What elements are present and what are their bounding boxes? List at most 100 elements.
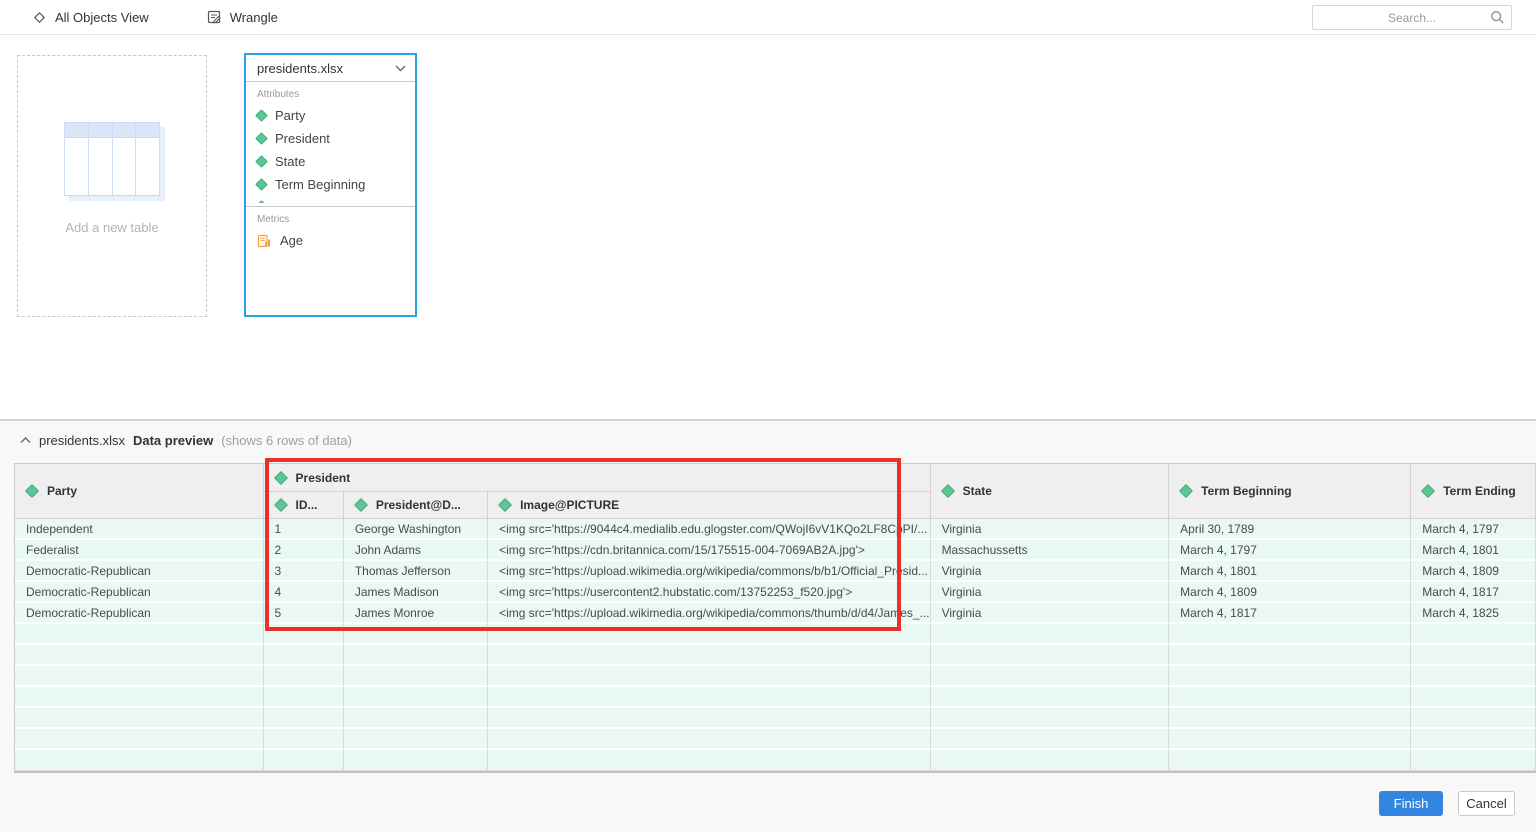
add-new-table-dropzone[interactable]: Add a new table — [17, 55, 207, 317]
cell-term-beginning: March 4, 1817 — [1169, 603, 1411, 624]
cell-term-ending: March 4, 1825 — [1411, 603, 1536, 624]
cell-image: <img src='https://upload.wikimedia.org/w… — [488, 561, 931, 582]
cancel-button[interactable]: Cancel — [1458, 791, 1515, 816]
dataset-panel: presidents.xlsx Attributes Party Preside… — [244, 53, 417, 317]
attribute-diamond-icon — [25, 484, 39, 498]
empty-table-row — [15, 666, 1536, 687]
attribute-item-term-beginning[interactable]: Term Beginning — [257, 173, 415, 196]
cell-term-beginning: March 4, 1801 — [1169, 561, 1411, 582]
column-group-header-president[interactable]: President — [264, 464, 931, 492]
search-input[interactable] — [1312, 5, 1512, 30]
attribute-diamond-icon — [354, 498, 368, 512]
cell-id: 3 — [264, 561, 344, 582]
column-header-term-beginning[interactable]: Term Beginning — [1169, 464, 1411, 519]
wrangle-button[interactable]: Wrangle — [207, 10, 278, 25]
empty-table-row — [15, 750, 1536, 771]
table-row: Democratic-Republican 5 James Monroe <im… — [15, 603, 1536, 624]
diamond-outline-icon — [33, 11, 46, 24]
all-objects-view-label: All Objects View — [55, 10, 149, 25]
attribute-diamond-icon — [273, 498, 287, 512]
attribute-diamond-icon — [255, 155, 268, 168]
all-objects-view-button[interactable]: All Objects View — [33, 10, 149, 25]
table-row: Democratic-Republican 4 James Madison <i… — [15, 582, 1536, 603]
table-row: Federalist 2 John Adams <img src='https:… — [15, 540, 1536, 561]
attribute-diamond-icon — [273, 470, 287, 484]
attribute-diamond-icon — [498, 498, 512, 512]
cell-image: <img src='https://cdn.britannica.com/15/… — [488, 540, 931, 561]
attribute-item-state[interactable]: State — [257, 150, 415, 173]
column-header-state[interactable]: State — [931, 464, 1170, 519]
cell-party: Independent — [15, 519, 264, 540]
cell-state: Virginia — [931, 603, 1170, 624]
collapse-chevron-icon[interactable] — [20, 437, 31, 444]
attribute-label: Term Beginning — [275, 177, 365, 192]
cell-image: <img src='https://upload.wikimedia.org/w… — [488, 603, 931, 624]
attribute-diamond-icon — [255, 178, 268, 191]
table-placeholder-icon — [64, 122, 160, 196]
table-row: Democratic-Republican 3 Thomas Jefferson… — [15, 561, 1536, 582]
cell-id: 1 — [264, 519, 344, 540]
column-header-president-display[interactable]: President@D... — [344, 492, 488, 519]
attribute-item-partial — [246, 198, 415, 203]
cell-term-beginning: April 30, 1789 — [1169, 519, 1411, 540]
dataset-dropdown[interactable]: presidents.xlsx — [246, 55, 415, 82]
cell-term-beginning: March 4, 1797 — [1169, 540, 1411, 561]
empty-table-row — [15, 624, 1536, 645]
metrics-section: Metrics Age — [246, 207, 415, 252]
attribute-label: Party — [275, 108, 305, 123]
preview-dataset-name: presidents.xlsx — [39, 433, 125, 448]
cell-president: George Washington — [344, 519, 488, 540]
column-header-image-picture[interactable]: Image@PICTURE — [488, 492, 931, 519]
chevron-down-icon[interactable] — [395, 65, 406, 72]
cell-term-ending: March 4, 1801 — [1411, 540, 1536, 561]
column-header-id[interactable]: ID... — [264, 492, 344, 519]
attribute-item-party[interactable]: Party — [257, 104, 415, 127]
attribute-label: President — [275, 131, 330, 146]
attribute-diamond-icon — [1421, 484, 1435, 498]
cell-id: 4 — [264, 582, 344, 603]
attribute-diamond-icon — [255, 132, 268, 145]
metric-item-age[interactable]: Age — [257, 229, 415, 252]
attribute-diamond-icon — [1179, 484, 1193, 498]
cell-party: Federalist — [15, 540, 264, 561]
cell-state: Virginia — [931, 582, 1170, 603]
table-row: Independent 1 George Washington <img src… — [15, 519, 1536, 540]
attribute-diamond-icon — [255, 109, 268, 122]
data-preview-section: presidents.xlsx Data preview (shows 6 ro… — [0, 421, 1536, 832]
cell-president: James Madison — [344, 582, 488, 603]
metrics-section-label: Metrics — [257, 214, 415, 225]
dataset-title: presidents.xlsx — [257, 61, 343, 76]
cell-id: 5 — [264, 603, 344, 624]
empty-table-row — [15, 645, 1536, 666]
search-icon[interactable] — [1490, 10, 1505, 25]
cell-president: James Monroe — [344, 603, 488, 624]
empty-table-row — [15, 687, 1536, 708]
cell-term-ending: March 4, 1817 — [1411, 582, 1536, 603]
attribute-item-president[interactable]: President — [257, 127, 415, 150]
attributes-section: Attributes Party President State Term Be… — [246, 82, 415, 196]
cell-president: Thomas Jefferson — [344, 561, 488, 582]
preview-row-note: (shows 6 rows of data) — [221, 433, 352, 448]
cell-party: Democratic-Republican — [15, 603, 264, 624]
cell-image: <img src='https://9044c4.medialib.edu.gl… — [488, 519, 931, 540]
cell-image: <img src='https://usercontent2.hubstatic… — [488, 582, 931, 603]
cell-term-ending: March 4, 1797 — [1411, 519, 1536, 540]
add-table-label: Add a new table — [65, 220, 158, 235]
search-box — [1312, 5, 1512, 30]
finish-button[interactable]: Finish — [1379, 791, 1443, 816]
attributes-section-label: Attributes — [257, 89, 415, 100]
cell-president: John Adams — [344, 540, 488, 561]
column-header-term-ending[interactable]: Term Ending — [1411, 464, 1536, 519]
column-header-party[interactable]: Party — [15, 464, 264, 519]
import-data-window: All Objects View Wrangle Add a new table… — [0, 0, 1536, 832]
preview-title: Data preview — [133, 433, 213, 448]
cell-state: Virginia — [931, 519, 1170, 540]
data-preview-table: Party President State Term Beginning Ter… — [14, 463, 1536, 773]
metric-label: Age — [280, 233, 303, 248]
cell-state: Virginia — [931, 561, 1170, 582]
cell-term-ending: March 4, 1809 — [1411, 561, 1536, 582]
wrangle-icon — [207, 10, 221, 24]
cell-state: Massachussetts — [931, 540, 1170, 561]
cell-term-beginning: March 4, 1809 — [1169, 582, 1411, 603]
empty-table-row — [15, 708, 1536, 729]
